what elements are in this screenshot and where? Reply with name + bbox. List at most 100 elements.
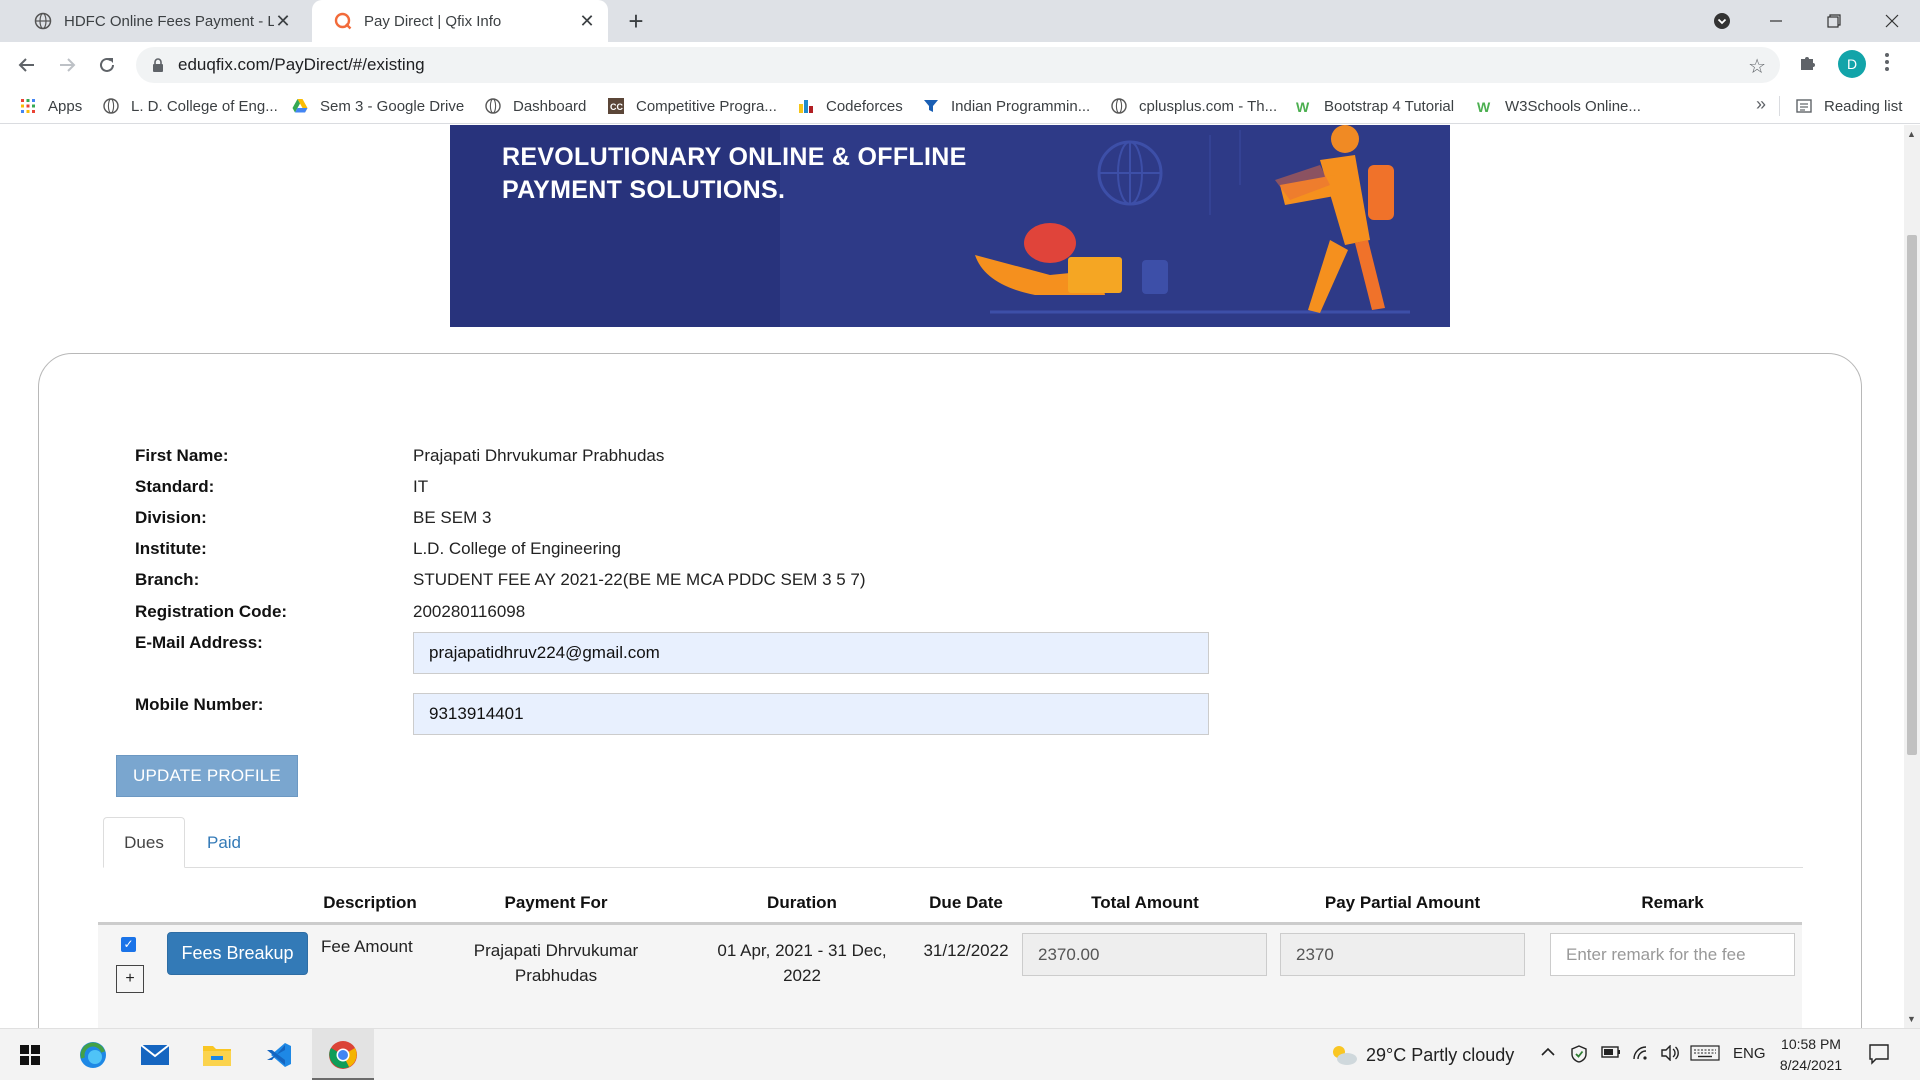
- bookmark-star-icon[interactable]: ☆: [1748, 54, 1766, 79]
- bookmark-label: Codeforces: [826, 97, 903, 115]
- chrome-icon[interactable]: [325, 1037, 361, 1073]
- battery-icon[interactable]: [1601, 1045, 1621, 1064]
- keyboard-icon[interactable]: [1690, 1045, 1720, 1066]
- weather-text: 29°C Partly cloudy: [1366, 1044, 1515, 1065]
- column-header-pay-partial-amount: Pay Partial Amount: [1324, 893, 1481, 912]
- bookmark-ldce[interactable]: L. D. College of Eng...: [103, 96, 278, 116]
- browser-tab-qfix[interactable]: Pay Direct | Qfix Info ✕: [312, 0, 608, 42]
- bookmark-codeforces[interactable]: Codeforces: [798, 96, 903, 116]
- restore-icon[interactable]: [1806, 0, 1862, 42]
- bookmark-label: L. D. College of Eng...: [131, 97, 278, 115]
- close-tab-icon[interactable]: ✕: [578, 11, 596, 32]
- bookmark-label: Sem 3 - Google Drive: [320, 97, 465, 115]
- globe-icon: [485, 98, 501, 114]
- browser-tab-hdfc[interactable]: HDFC Online Fees Payment - L. D ✕: [12, 0, 304, 42]
- payment-for-cell: Prajapati Dhrvukumar Prabhudas: [456, 938, 656, 988]
- fees-breakup-button[interactable]: Fees Breakup: [167, 932, 308, 975]
- registration-code-label: Registration Code:: [135, 602, 288, 621]
- bookmark-indian-programming[interactable]: Indian Programmin...: [923, 96, 1090, 116]
- forward-arrow-icon[interactable]: [52, 50, 82, 80]
- new-tab-icon[interactable]: +: [622, 6, 650, 37]
- language-indicator[interactable]: ENG: [1733, 1045, 1766, 1062]
- scroll-down-arrow-icon[interactable]: ▼: [1907, 1014, 1916, 1024]
- w3schools-icon: W: [1477, 99, 1491, 114]
- file-explorer-icon[interactable]: [199, 1037, 235, 1073]
- minimize-icon[interactable]: [1748, 0, 1804, 42]
- browser-menu-icon[interactable]: [1884, 52, 1890, 78]
- bookmark-cplusplus[interactable]: cplusplus.com - Th...: [1111, 96, 1277, 116]
- banner-line-2: PAYMENT SOLUTIONS.: [502, 176, 786, 204]
- codeforces-icon: [799, 100, 813, 113]
- bookmark-label: W3Schools Online...: [1505, 97, 1641, 115]
- bookmark-w3schools[interactable]: W W3Schools Online...: [1477, 96, 1641, 116]
- reading-list-icon: [1796, 99, 1812, 113]
- svg-text:CC: CC: [610, 102, 623, 112]
- system-clock[interactable]: 10:58 PM 8/24/2021: [1768, 1034, 1854, 1076]
- scroll-up-arrow-icon[interactable]: ▲: [1907, 129, 1916, 139]
- window-close-icon[interactable]: [1864, 0, 1920, 42]
- windows-taskbar: 29°C Partly cloudy ENG 10:58 PM 8/24/202…: [0, 1028, 1920, 1080]
- scrollbar-thumb[interactable]: [1907, 235, 1917, 755]
- division-value: BE SEM 3: [413, 508, 492, 527]
- tabs-divider: [103, 867, 1803, 868]
- page-viewport: REVOLUTIONARY ONLINE & OFFLINE PAYMENT S…: [0, 125, 1904, 1028]
- tab-title: HDFC Online Fees Payment - L. D: [64, 12, 274, 30]
- globe-icon: [1111, 98, 1127, 114]
- tab-search-icon[interactable]: [1694, 0, 1750, 42]
- column-header-due-date: Due Date: [929, 893, 1003, 912]
- email-field[interactable]: prajapatidhruv224@gmail.com: [413, 632, 1209, 674]
- bookmark-apps[interactable]: Apps: [20, 96, 82, 116]
- update-profile-button[interactable]: UPDATE PROFILE: [116, 755, 298, 797]
- bookmarks-overflow-button[interactable]: »: [1756, 94, 1766, 115]
- tab-paid[interactable]: Paid: [190, 817, 258, 868]
- bookmark-label: Dashboard: [513, 97, 587, 115]
- volume-icon[interactable]: [1660, 1044, 1680, 1066]
- bookmarks-divider: [1779, 96, 1780, 116]
- back-arrow-icon[interactable]: [12, 50, 42, 80]
- show-hidden-icons-icon[interactable]: [1540, 1045, 1556, 1064]
- reload-icon[interactable]: [92, 50, 122, 80]
- page-scrollbar[interactable]: ▲ ▼: [1904, 125, 1920, 1028]
- svg-text:W: W: [1296, 99, 1310, 114]
- column-header-description: Description: [323, 893, 417, 912]
- bookmark-competitive-programming[interactable]: CC Competitive Progra...: [608, 96, 777, 116]
- close-tab-icon[interactable]: ✕: [274, 11, 292, 32]
- partial-amount-field[interactable]: 2370: [1280, 933, 1525, 976]
- lock-icon[interactable]: [150, 57, 166, 73]
- row-expand-button[interactable]: +: [116, 965, 144, 993]
- division-label: Division:: [135, 508, 207, 527]
- qfix-logo-icon: [334, 12, 352, 30]
- tab-dues[interactable]: Dues: [103, 817, 185, 868]
- bookmark-label: Apps: [48, 97, 83, 115]
- vscode-icon[interactable]: [261, 1037, 297, 1073]
- address-bar[interactable]: eduqfix.com/PayDirect/#/existing ☆: [136, 47, 1780, 83]
- bookmark-label: Indian Programmin...: [951, 97, 1091, 115]
- standard-value: IT: [413, 477, 429, 496]
- reading-list-button[interactable]: Reading list: [1796, 96, 1902, 116]
- notifications-icon[interactable]: [1868, 1043, 1890, 1070]
- wifi-icon[interactable]: [1632, 1045, 1650, 1066]
- payment-for-line-1: Prajapati Dhrvukumar: [473, 941, 639, 960]
- security-shield-icon[interactable]: [1570, 1045, 1588, 1068]
- profile-avatar[interactable]: D: [1838, 50, 1866, 78]
- institute-label: Institute:: [135, 539, 207, 558]
- row-select-checkbox[interactable]: ✓: [121, 937, 136, 952]
- w3schools-icon: W: [1296, 99, 1310, 114]
- edge-browser-icon[interactable]: [75, 1037, 111, 1073]
- bookmark-dashboard[interactable]: Dashboard: [485, 96, 586, 116]
- bookmark-label: Competitive Progra...: [636, 97, 777, 115]
- branch-value: STUDENT FEE AY 2021-22(BE ME MCA PDDC SE…: [413, 570, 866, 589]
- first-name-value: Prajapati Dhrvukumar Prabhudas: [413, 446, 665, 465]
- mobile-field[interactable]: 9313914401: [413, 693, 1209, 735]
- first-name-label: First Name:: [135, 446, 229, 465]
- windows-start-icon[interactable]: [12, 1037, 48, 1073]
- bookmark-bootstrap[interactable]: W Bootstrap 4 Tutorial: [1296, 96, 1454, 116]
- globe-icon: [34, 12, 52, 30]
- column-header-remark: Remark: [1641, 893, 1704, 912]
- weather-widget[interactable]: 29°C Partly cloudy: [1330, 1043, 1514, 1067]
- remark-input[interactable]: Enter remark for the fee: [1550, 933, 1795, 976]
- extensions-puzzle-icon[interactable]: [1798, 52, 1818, 78]
- total-amount-field[interactable]: 2370.00: [1022, 933, 1267, 976]
- bookmark-drive[interactable]: Sem 3 - Google Drive: [292, 96, 464, 116]
- mail-icon[interactable]: [137, 1037, 173, 1073]
